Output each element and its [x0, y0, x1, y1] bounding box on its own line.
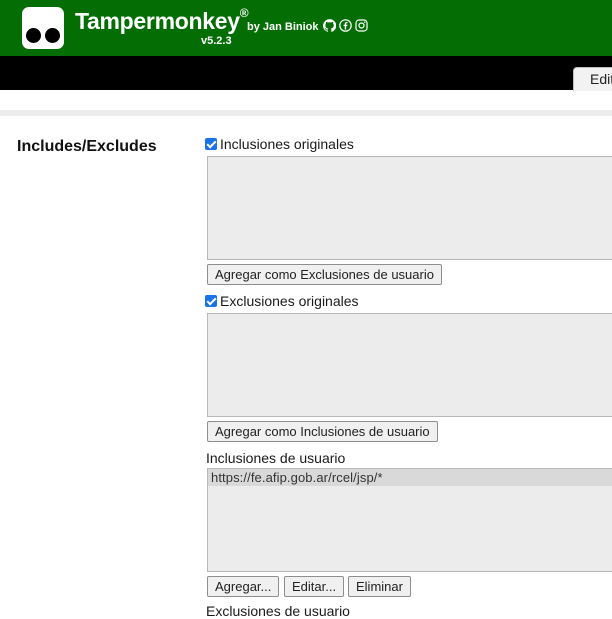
section-title: Includes/Excludes [17, 138, 157, 155]
app-header: Tampermonkey® by Jan Biniok v5.2.3 [0, 0, 612, 56]
add-as-user-includes-button[interactable]: Agregar como Inclusiones de usuario [207, 421, 438, 442]
app-version: v5.2.3 [201, 35, 232, 47]
social-links [322, 19, 368, 32]
original-includes-label: Inclusiones originales [220, 136, 354, 152]
app-title: Tampermonkey® [75, 6, 249, 35]
tampermonkey-logo-icon [22, 7, 64, 49]
logo-eye-right [45, 28, 60, 43]
github-icon[interactable] [322, 19, 337, 32]
original-excludes-checkbox[interactable] [205, 295, 217, 307]
original-includes-row: Inclusiones originales [205, 136, 354, 152]
user-includes-list[interactable]: https://fe.afip.gob.ar/rcel/jsp/* [207, 468, 612, 572]
edit-user-include-button[interactable]: Editar... [284, 576, 345, 597]
add-as-user-excludes-button[interactable]: Agregar como Exclusiones de usuario [207, 264, 442, 285]
facebook-icon[interactable] [339, 19, 352, 32]
delete-user-include-button[interactable]: Eliminar [348, 576, 411, 597]
app-title-text: Tampermonkey [75, 8, 240, 34]
add-user-include-button[interactable]: Agregar... [207, 576, 280, 597]
original-excludes-textarea[interactable] [207, 313, 612, 417]
tab-bar [0, 56, 612, 90]
list-item[interactable]: https://fe.afip.gob.ar/rcel/jsp/* [208, 469, 612, 486]
original-includes-checkbox[interactable] [205, 138, 217, 150]
user-excludes-label: Exclusiones de usuario [206, 603, 350, 619]
author-byline: by Jan Biniok [247, 21, 319, 33]
original-excludes-row: Exclusiones originales [205, 293, 359, 309]
registered-mark: ® [239, 6, 249, 20]
logo-eye-left [26, 28, 41, 43]
user-includes-label: Inclusiones de usuario [206, 450, 346, 466]
original-excludes-label: Exclusiones originales [220, 293, 359, 309]
tab-editor[interactable]: Editor [573, 67, 612, 91]
original-includes-textarea[interactable] [207, 156, 612, 260]
instagram-icon[interactable] [355, 19, 368, 32]
content-divider [0, 110, 612, 116]
